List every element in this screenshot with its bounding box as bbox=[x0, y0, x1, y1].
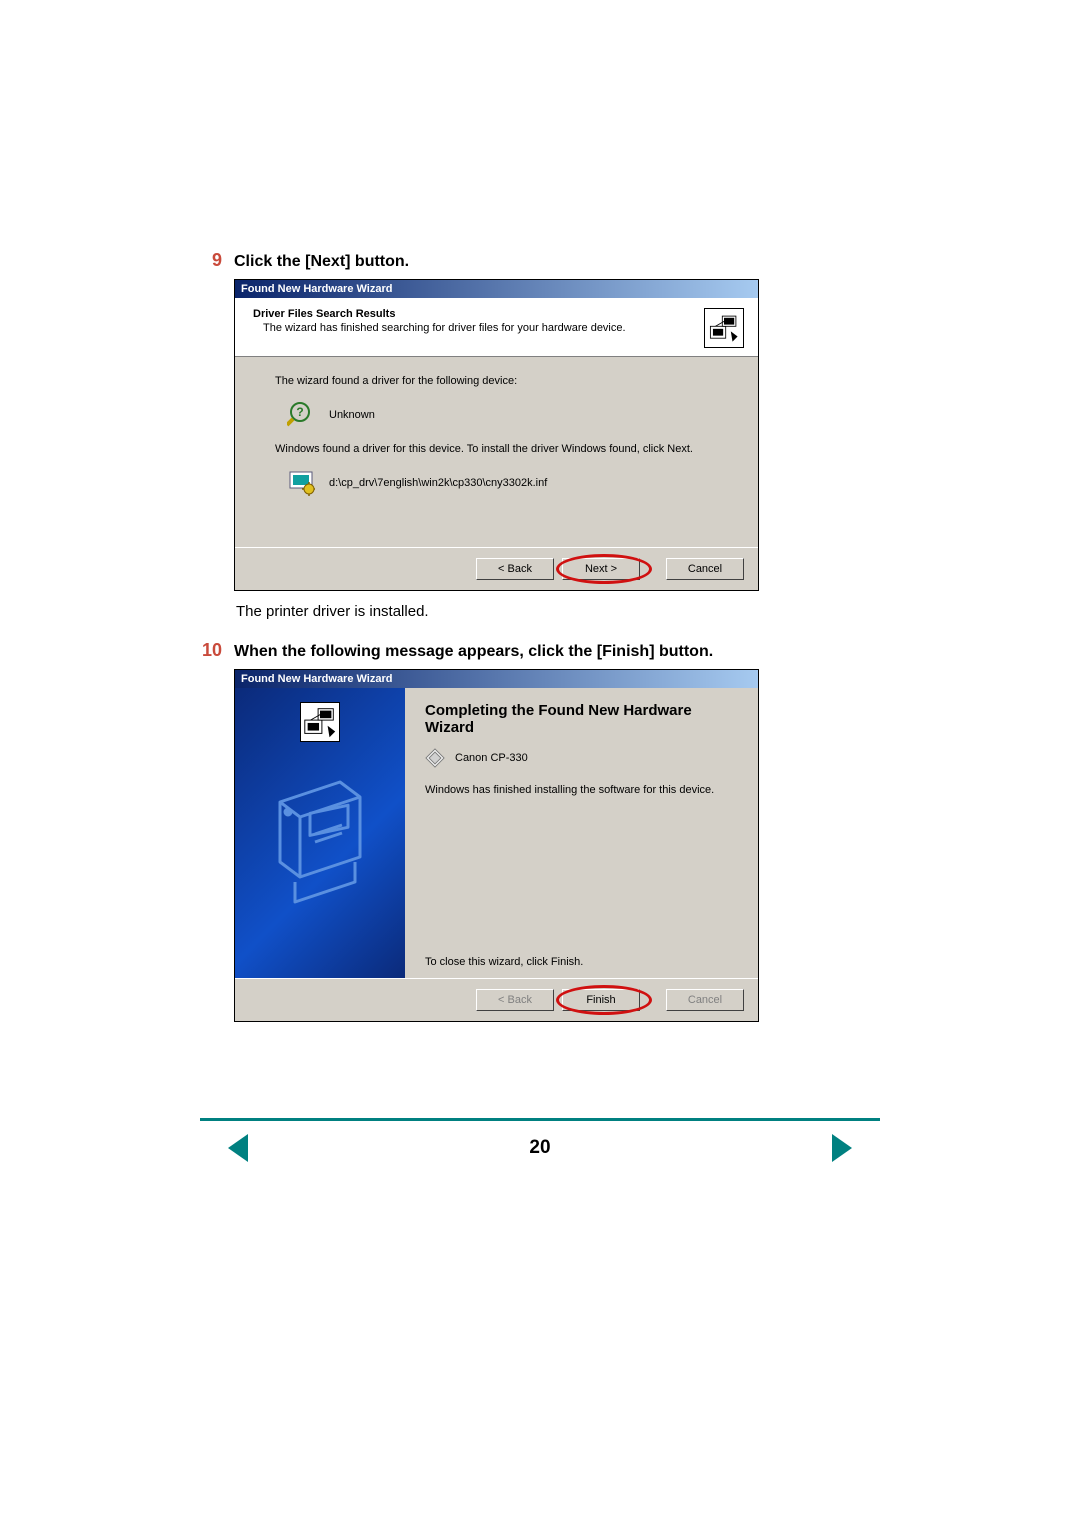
wizard-complete-heading: Completing the Found New Hardware Wizard bbox=[425, 702, 740, 736]
svg-text:?: ? bbox=[296, 405, 303, 419]
found-driver-text: The wizard found a driver for the follow… bbox=[275, 375, 728, 387]
driver-file-icon bbox=[287, 469, 315, 497]
page-footer: 20 bbox=[0, 1130, 1080, 1166]
device-row: ? Unknown bbox=[287, 401, 728, 429]
next-button[interactable]: Next > bbox=[562, 558, 640, 580]
unknown-device-icon: ? bbox=[287, 401, 315, 429]
step-title: When the following message appears, clic… bbox=[234, 643, 713, 661]
device-name: Unknown bbox=[329, 409, 375, 421]
back-button[interactable]: < Back bbox=[476, 558, 554, 580]
hardware-icon bbox=[704, 308, 744, 348]
wizard-button-row: < Back Next > Cancel bbox=[235, 547, 758, 590]
step-10: 10 When the following message appears, c… bbox=[200, 640, 880, 1022]
step-9-caption: The printer driver is installed. bbox=[236, 603, 880, 620]
wizard-titlebar: Found New Hardware Wizard bbox=[235, 670, 758, 688]
wizard-button-row: < Back Finish Cancel bbox=[235, 978, 758, 1021]
wizard-header-title: Driver Files Search Results bbox=[253, 308, 626, 320]
install-instruction-text: Windows found a driver for this device. … bbox=[275, 443, 728, 455]
wizard-search-results: Found New Hardware Wizard Driver Files S… bbox=[234, 279, 759, 591]
wizard-header: Driver Files Search Results The wizard h… bbox=[235, 298, 758, 357]
wizard-titlebar: Found New Hardware Wizard bbox=[235, 280, 758, 298]
wizard-main-panel: Completing the Found New Hardware Wizard… bbox=[405, 688, 758, 978]
back-button: < Back bbox=[476, 989, 554, 1011]
wizard-sidebar bbox=[235, 688, 405, 978]
step-9: 9 Click the [Next] button. Found New Har… bbox=[200, 250, 880, 620]
step-title: Click the [Next] button. bbox=[234, 253, 409, 271]
driver-path-row: d:\cp_drv\7english\win2k\cp330\cny3302k.… bbox=[287, 469, 728, 497]
wizard-completing: Found New Hardware Wizard bbox=[234, 669, 759, 1022]
footer-divider bbox=[200, 1118, 880, 1121]
step-number: 9 bbox=[200, 250, 234, 271]
cancel-button: Cancel bbox=[666, 989, 744, 1011]
page-number: 20 bbox=[529, 1137, 550, 1159]
close-instruction-text: To close this wizard, click Finish. bbox=[425, 956, 583, 968]
hardware-icon bbox=[300, 702, 340, 742]
device-name: Canon CP-330 bbox=[455, 752, 528, 764]
prev-page-button[interactable] bbox=[220, 1130, 256, 1166]
driver-path-text: d:\cp_drv\7english\win2k\cp330\cny3302k.… bbox=[329, 477, 547, 489]
cancel-button[interactable]: Cancel bbox=[666, 558, 744, 580]
wizard-header-subtitle: The wizard has finished searching for dr… bbox=[263, 322, 626, 334]
printer-art-icon bbox=[260, 762, 380, 912]
device-line: Canon CP-330 bbox=[425, 748, 740, 768]
next-page-button[interactable] bbox=[824, 1130, 860, 1166]
finish-button[interactable]: Finish bbox=[562, 989, 640, 1011]
printer-device-icon bbox=[425, 748, 445, 768]
finished-text: Windows has finished installing the soft… bbox=[425, 784, 740, 796]
wizard-content: The wizard found a driver for the follow… bbox=[235, 357, 758, 547]
step-number: 10 bbox=[200, 640, 234, 661]
